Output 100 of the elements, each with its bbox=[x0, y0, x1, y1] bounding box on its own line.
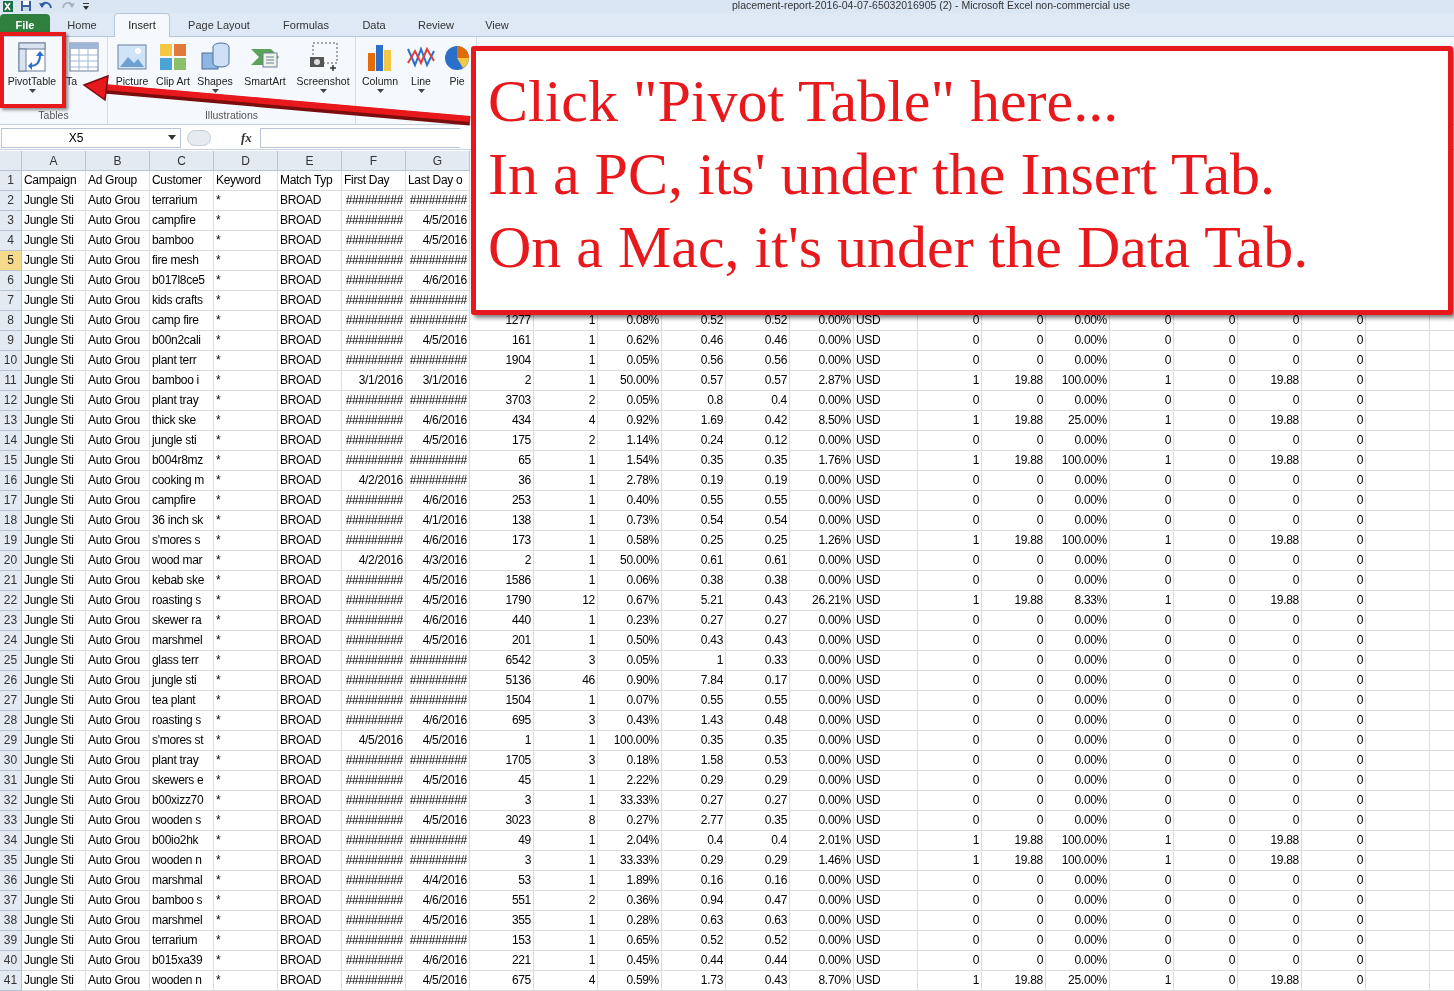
row-header[interactable]: 25 bbox=[0, 651, 22, 671]
save-icon[interactable] bbox=[20, 1, 32, 12]
row-header[interactable]: 2 bbox=[0, 191, 22, 211]
ribbon-button-label[interactable]: Line bbox=[411, 75, 431, 87]
row-header[interactable]: 1 bbox=[0, 171, 22, 191]
customize-caret-icon[interactable] bbox=[82, 1, 90, 12]
table-cell: ######### bbox=[342, 751, 406, 771]
pivot-table-icon[interactable] bbox=[16, 41, 48, 73]
picture-icon[interactable] bbox=[116, 41, 148, 73]
row-header[interactable]: 38 bbox=[0, 911, 22, 931]
row-header[interactable]: 11 bbox=[0, 371, 22, 391]
table-cell: Jungle Sti bbox=[22, 291, 86, 311]
table-cell: ######### bbox=[342, 951, 406, 971]
row-header[interactable]: 20 bbox=[0, 551, 22, 571]
column-header[interactable]: A bbox=[22, 151, 86, 171]
row-header[interactable]: 16 bbox=[0, 471, 22, 491]
row-header[interactable]: 28 bbox=[0, 711, 22, 731]
column-header[interactable]: E bbox=[278, 151, 342, 171]
ribbon-button-label[interactable]: Ta bbox=[64, 75, 78, 87]
table-cell: 19.88 bbox=[1238, 831, 1302, 851]
row-header[interactable]: 6 bbox=[0, 271, 22, 291]
table-cell: 0.35 bbox=[662, 451, 726, 471]
table-cell: * bbox=[214, 691, 278, 711]
table-cell: Customer bbox=[150, 171, 214, 191]
screenshot-icon[interactable] bbox=[307, 41, 339, 73]
ribbon-tab[interactable]: Home bbox=[54, 14, 110, 36]
ribbon-tab[interactable]: Insert bbox=[114, 13, 170, 37]
ribbon-tab[interactable]: Formulas bbox=[268, 14, 344, 36]
row-header[interactable]: 39 bbox=[0, 931, 22, 951]
table-cell: 0 bbox=[918, 391, 982, 411]
row-header[interactable]: 15 bbox=[0, 451, 22, 471]
row-header[interactable]: 29 bbox=[0, 731, 22, 751]
row-header[interactable]: 21 bbox=[0, 571, 22, 591]
row-header[interactable]: 9 bbox=[0, 331, 22, 351]
row-header[interactable]: 10 bbox=[0, 351, 22, 371]
caret-icon[interactable] bbox=[211, 89, 219, 94]
table-cell: * bbox=[214, 191, 278, 211]
caret-icon[interactable] bbox=[28, 89, 36, 94]
row-header[interactable]: 8 bbox=[0, 311, 22, 331]
ribbon-tab[interactable]: Data bbox=[348, 14, 400, 36]
ribbon-button-label[interactable]: Screenshot bbox=[296, 75, 350, 87]
table-cell: 0 bbox=[1110, 471, 1174, 491]
table-cell: 0.05% bbox=[598, 351, 662, 371]
row-header[interactable]: 41 bbox=[0, 971, 22, 991]
ribbon-button-label[interactable]: Shapes bbox=[197, 75, 233, 87]
row-header[interactable]: 27 bbox=[0, 691, 22, 711]
insert-function-button[interactable]: fx bbox=[241, 127, 252, 148]
row-header[interactable]: 30 bbox=[0, 751, 22, 771]
ribbon-button-label[interactable]: Column bbox=[361, 75, 399, 87]
table-cell: 0 bbox=[918, 691, 982, 711]
spreadsheet-app-icon[interactable] bbox=[2, 0, 14, 13]
row-header[interactable]: 24 bbox=[0, 631, 22, 651]
splitter-handle[interactable] bbox=[187, 129, 211, 146]
table-cell: 0 bbox=[982, 771, 1046, 791]
column-header[interactable]: B bbox=[86, 151, 150, 171]
ribbon-button-label[interactable]: PivotTable bbox=[7, 75, 57, 87]
formula-input[interactable] bbox=[259, 127, 460, 148]
column-header[interactable]: C bbox=[150, 151, 214, 171]
row-header[interactable]: 14 bbox=[0, 431, 22, 451]
column-header[interactable]: F bbox=[342, 151, 406, 171]
ribbon-button-label[interactable]: Picture bbox=[115, 75, 149, 87]
row-header[interactable]: 5 bbox=[0, 251, 22, 271]
row-header[interactable]: 18 bbox=[0, 511, 22, 531]
row-header[interactable]: 19 bbox=[0, 531, 22, 551]
row-header[interactable]: 17 bbox=[0, 491, 22, 511]
ribbon-button-label[interactable]: Pie bbox=[449, 75, 465, 87]
row-header[interactable]: 23 bbox=[0, 611, 22, 631]
row-header[interactable]: 22 bbox=[0, 591, 22, 611]
row-header[interactable]: 35 bbox=[0, 851, 22, 871]
row-header[interactable]: 33 bbox=[0, 811, 22, 831]
table-cell: terrarium bbox=[150, 931, 214, 951]
row-header[interactable]: 12 bbox=[0, 391, 22, 411]
row-header[interactable]: 34 bbox=[0, 831, 22, 851]
ribbon-tab[interactable]: View bbox=[472, 14, 522, 36]
row-header[interactable]: 13 bbox=[0, 411, 22, 431]
caret-icon[interactable] bbox=[417, 89, 425, 94]
row-header[interactable]: 7 bbox=[0, 291, 22, 311]
caret-icon[interactable] bbox=[319, 89, 327, 94]
column-header[interactable]: G bbox=[406, 151, 470, 171]
row-header[interactable]: 36 bbox=[0, 871, 22, 891]
ribbon-tab[interactable]: Review bbox=[404, 14, 468, 36]
row-header[interactable]: 4 bbox=[0, 231, 22, 251]
row-header[interactable]: 3 bbox=[0, 211, 22, 231]
row-header[interactable]: 26 bbox=[0, 671, 22, 691]
row-header[interactable]: 32 bbox=[0, 791, 22, 811]
caret-icon[interactable] bbox=[376, 89, 384, 94]
ribbon-button-label[interactable]: Clip Art bbox=[156, 75, 190, 87]
table-cell: 173 bbox=[470, 531, 534, 551]
row-header[interactable]: 31 bbox=[0, 771, 22, 791]
caret-icon[interactable] bbox=[168, 135, 176, 140]
table-cell: Jungle Sti bbox=[22, 531, 86, 551]
table-cell: 0 bbox=[982, 751, 1046, 771]
row-header[interactable]: 40 bbox=[0, 951, 22, 971]
row-header[interactable]: 37 bbox=[0, 891, 22, 911]
shapes-icon[interactable] bbox=[199, 41, 231, 73]
column-header[interactable]: D bbox=[214, 151, 278, 171]
ribbon-tab[interactable]: Page Layout bbox=[174, 14, 264, 36]
name-box[interactable]: X5 bbox=[1, 127, 181, 148]
clip-art-icon[interactable] bbox=[157, 41, 189, 73]
ribbon-button-label[interactable]: SmartArt bbox=[244, 75, 286, 87]
